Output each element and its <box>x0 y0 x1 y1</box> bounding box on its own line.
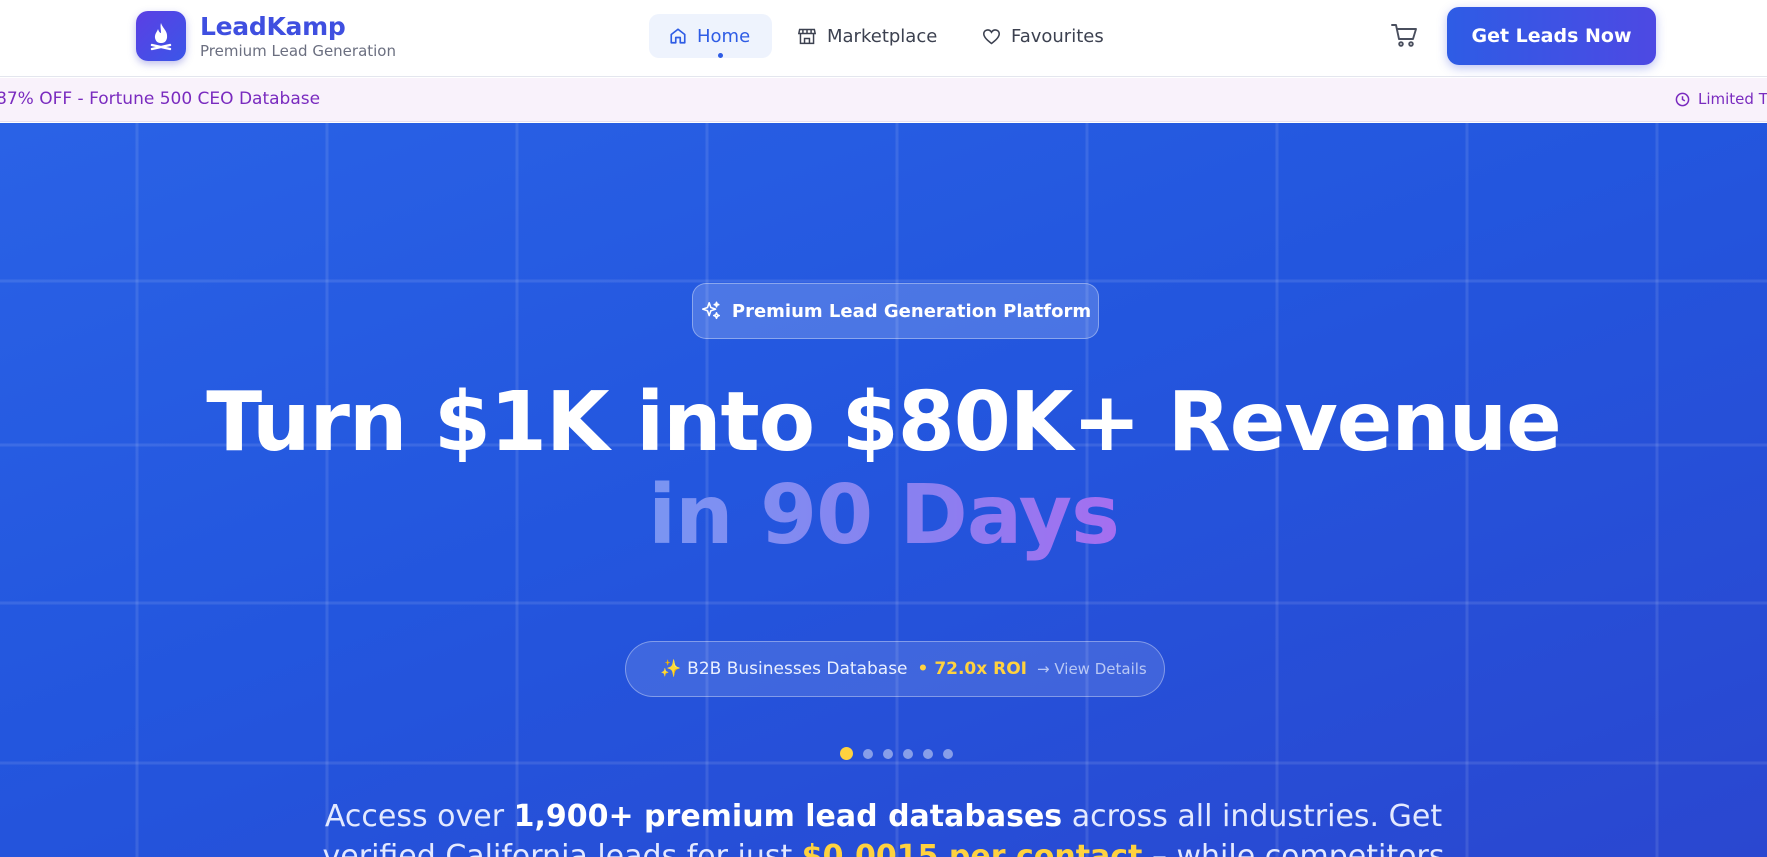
nav-home-label: Home <box>697 25 751 47</box>
hero-headline-accent-text: in 90 Days <box>648 468 1120 563</box>
brand-name[interactable]: LeadKamp <box>200 12 346 41</box>
carousel-dot-3[interactable] <box>883 748 893 759</box>
carousel-dot-1[interactable] <box>840 747 853 760</box>
hero-headline-accent: in 90 Days <box>0 468 1767 563</box>
promo-right-text: Limited Time <box>1698 90 1767 108</box>
sub-part-2: 1,900+ premium lead databases <box>513 799 1063 834</box>
nav-favourites-label: Favourites <box>1011 25 1104 47</box>
logo-icon[interactable] <box>136 11 186 61</box>
sub-part-4: verified California leads for just <box>322 839 802 857</box>
promo-ticker-text[interactable]: 87% OFF - Fortune 500 CEO Database <box>0 89 320 109</box>
featured-database-name: B2B Businesses Database <box>687 659 908 679</box>
featured-database-pill[interactable]: ✨ B2B Businesses Database • 72.0x ROI → … <box>625 641 1165 697</box>
heart-icon <box>982 28 1001 44</box>
active-indicator <box>718 53 723 58</box>
top-navbar: LeadKamp Premium Lead Generation Home Ma… <box>0 0 1767 77</box>
hero-badge: Premium Lead Generation Platform <box>692 283 1099 339</box>
nav-marketplace-label: Marketplace <box>827 25 938 47</box>
carousel-dots <box>840 747 963 760</box>
store-icon <box>797 28 817 45</box>
carousel-dot-5[interactable] <box>923 748 933 759</box>
sub-part-6: – while competitors <box>1142 839 1445 857</box>
nav-favourites[interactable]: Favourites <box>982 14 1104 58</box>
brand-tagline: Premium Lead Generation <box>200 42 396 60</box>
clock-icon <box>1675 92 1690 106</box>
promo-limited-time: Limited Time <box>1675 90 1767 108</box>
featured-roi: • 72.0x ROI <box>917 659 1028 679</box>
sub-part-1: Access over <box>324 799 514 834</box>
sparkles-icon <box>701 301 720 320</box>
hero-badge-label: Premium Lead Generation Platform <box>731 300 1092 322</box>
hero-subheading: Access over 1,900+ premium lead database… <box>0 797 1767 857</box>
view-details-link[interactable]: → View Details <box>1037 660 1147 678</box>
sub-part-5: $0.0015 per contact <box>801 839 1143 857</box>
nav-home[interactable]: Home <box>649 14 772 58</box>
hero-section: Premium Lead Generation Platform Turn $1… <box>0 123 1767 857</box>
promo-ticker: 87% OFF - Fortune 500 CEO Database Limit… <box>0 78 1767 122</box>
carousel-dot-2[interactable] <box>863 748 873 759</box>
carousel-dot-6[interactable] <box>943 748 953 759</box>
sparkle-icon: ✨ <box>660 659 682 679</box>
hero-headline: Turn $1K into $80K+ Revenue <box>206 375 1562 470</box>
get-leads-button[interactable]: Get Leads Now <box>1447 7 1656 65</box>
carousel-dot-4[interactable] <box>903 748 913 759</box>
nav-marketplace[interactable]: Marketplace <box>797 14 937 58</box>
home-icon <box>670 28 686 44</box>
cart-icon[interactable] <box>1390 22 1418 52</box>
sub-part-3: across all industries. Get <box>1062 799 1443 834</box>
